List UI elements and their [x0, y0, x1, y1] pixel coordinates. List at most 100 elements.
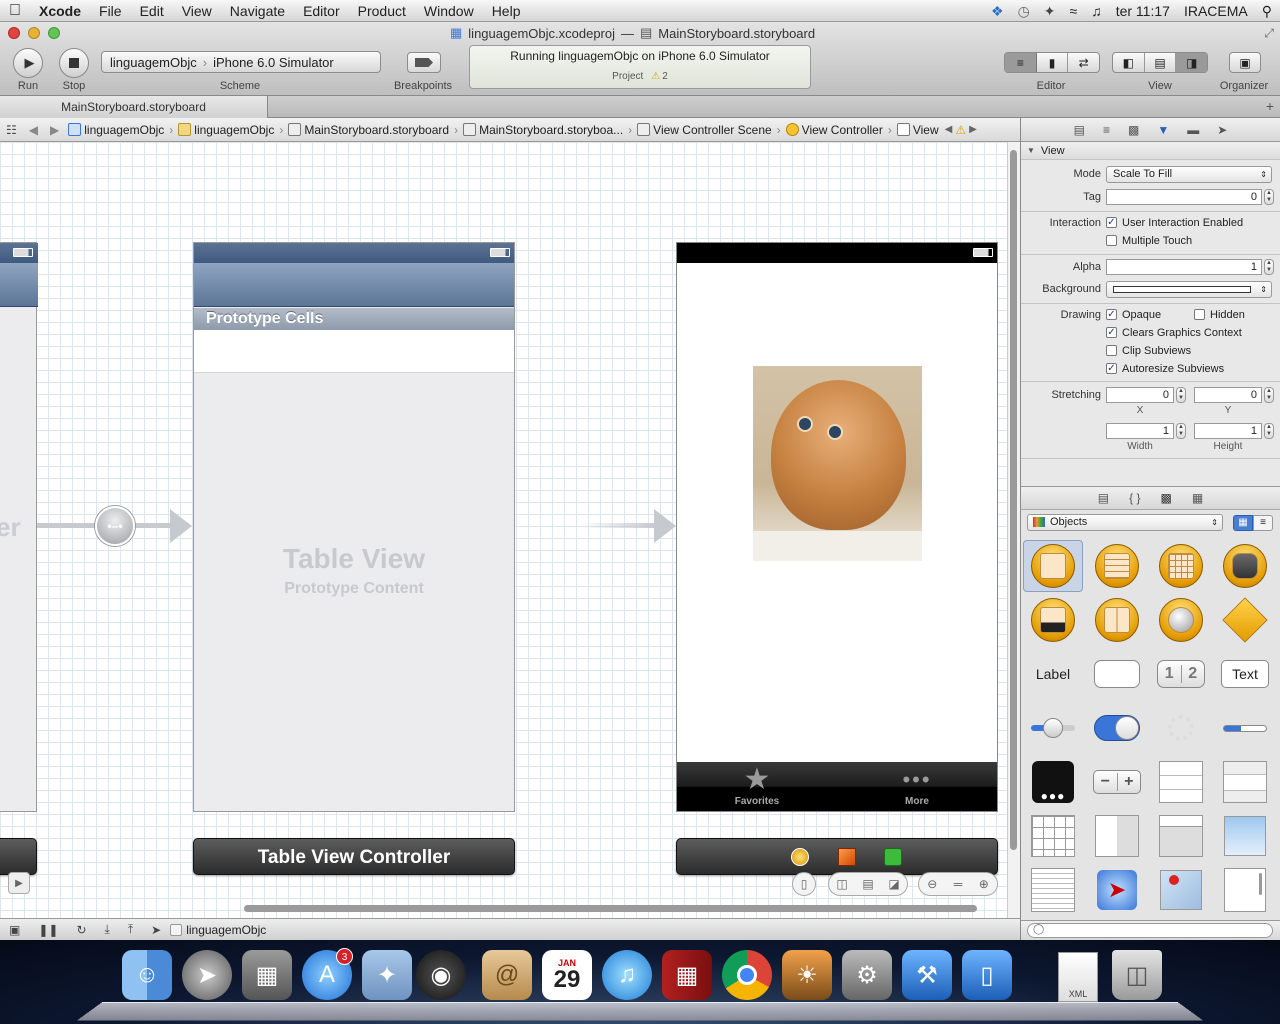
code-snippet-library-icon[interactable]: { } [1129, 491, 1140, 505]
tab-favorites[interactable]: ★ Favorites [717, 764, 797, 808]
contacts-icon[interactable]: @ [482, 950, 532, 1000]
opaque-checkbox[interactable]: ✓ [1106, 309, 1117, 320]
step-over-icon[interactable]: ↻ [67, 923, 95, 937]
scheme-selector[interactable]: linguagemObjc › iPhone 6.0 Simulator [101, 51, 381, 73]
mode-popup[interactable]: Scale To Fill ⇕ [1106, 166, 1272, 183]
ios-simulator-icon[interactable]: ▯ [962, 950, 1012, 1000]
library-activity-indicator[interactable] [1151, 702, 1211, 754]
user-interaction-checkbox[interactable]: ✓ [1106, 217, 1117, 228]
list-view-button[interactable]: ≡ [1253, 515, 1273, 531]
tag-stepper[interactable]: ▲ ▼ [1264, 189, 1274, 205]
view-controller-scene[interactable]: ★ Favorites ••• More [676, 242, 998, 812]
library-slider[interactable] [1023, 702, 1083, 754]
menu-product[interactable]: Product [349, 0, 415, 22]
library-progress-view[interactable] [1215, 702, 1275, 754]
stretch-width-stepper[interactable]: ▲ ▼ [1176, 423, 1186, 439]
menu-editor[interactable]: Editor [294, 0, 349, 22]
library-page-view-controller[interactable] [1087, 594, 1147, 646]
simulate-location-icon[interactable]: ➤ [142, 923, 170, 937]
library-web-view[interactable]: ➤ [1087, 864, 1147, 916]
warning-icon[interactable]: ⚠ [651, 71, 660, 82]
chrome-icon[interactable] [722, 950, 772, 1000]
horizontal-scroll-thumb[interactable] [244, 905, 977, 912]
step-out-icon[interactable]: ⤒ [119, 922, 142, 937]
size-inspector-icon[interactable]: ▬ [1187, 123, 1199, 137]
navigator-toggle-button[interactable]: ◧ [1113, 53, 1145, 72]
alpha-stepper[interactable]: ▲ ▼ [1264, 259, 1274, 275]
stop-button[interactable] [59, 48, 89, 78]
prototype-cell[interactable] [194, 330, 514, 373]
pause-icon[interactable]: ❚❚ [29, 923, 67, 937]
menu-app-name[interactable]: Xcode [30, 0, 90, 22]
crumb-scene[interactable]: View Controller Scene [634, 123, 775, 137]
photo-booth-icon[interactable]: ▦ [662, 950, 712, 1000]
menu-window[interactable]: Window [415, 0, 483, 22]
zoom-out-icon[interactable]: ⊖ [927, 877, 937, 891]
view-section-header[interactable]: ▼ View [1021, 142, 1280, 160]
relationship-segue-icon[interactable]: •–• [95, 506, 135, 546]
library-object[interactable] [1215, 594, 1275, 646]
crumb-storyboard[interactable]: MainStoryboard.storyboard [285, 123, 452, 137]
debug-area-toggle-icon[interactable]: ▣ [0, 923, 29, 937]
run-button[interactable]: ▶ [13, 48, 43, 78]
version-editor-button[interactable]: ⇄ [1068, 53, 1099, 72]
canvas-outline-toggle-icon[interactable]: ▶ [8, 872, 30, 894]
library-table-view-cell[interactable] [1215, 756, 1275, 808]
menu-help[interactable]: Help [483, 0, 530, 22]
library-navigation-controller[interactable] [1215, 540, 1275, 592]
library-map-view[interactable] [1151, 864, 1211, 916]
stretch-x-field[interactable]: 0 [1106, 387, 1174, 403]
add-tab-icon[interactable]: + [1266, 98, 1274, 114]
stretch-height-field[interactable]: 1 [1194, 423, 1262, 439]
xml-document-icon[interactable]: XML [1058, 952, 1098, 1002]
standard-editor-button[interactable]: ≡ [1005, 53, 1037, 72]
menu-clock[interactable]: ter 11:17 [1116, 3, 1170, 19]
library-text-view[interactable] [1023, 864, 1083, 916]
tab-more[interactable]: ••• More [877, 764, 957, 807]
menu-edit[interactable]: Edit [131, 0, 173, 22]
assistant-editor-button[interactable]: ▮ [1037, 53, 1069, 72]
connections-inspector-icon[interactable]: ➤ [1217, 123, 1227, 137]
library-table-view[interactable] [1151, 756, 1211, 808]
close-window-button[interactable] [8, 27, 20, 39]
library-page-control[interactable]: ●●● [1023, 756, 1083, 808]
resize-icon[interactable]: ◪ [888, 877, 899, 891]
library-view-controller[interactable] [1023, 540, 1083, 592]
file-inspector-icon[interactable]: ▤ [1074, 123, 1085, 137]
grid-view-button[interactable]: ▦ [1233, 515, 1253, 531]
library-filter-popup[interactable]: Objects ⇕ [1027, 514, 1223, 531]
apple-menu-icon[interactable]:  [0, 0, 30, 22]
library-label[interactable]: Label [1023, 648, 1083, 700]
menu-file[interactable]: File [90, 0, 131, 22]
pin-icon[interactable]: ▤ [862, 877, 873, 891]
step-into-icon[interactable]: ⤓ [96, 922, 119, 937]
alpha-field[interactable]: 1 [1106, 259, 1262, 275]
crumb-storyboard-base[interactable]: MainStoryboard.storyboa... [460, 123, 626, 137]
trash-icon[interactable]: ◫ [1112, 950, 1162, 1000]
fullscreen-icon[interactable]: ⤢ [1264, 26, 1274, 41]
preview-icon[interactable]: ✦ [362, 950, 412, 1000]
view-controller-dock[interactable] [676, 838, 998, 875]
time-machine-icon[interactable]: ◷ [1018, 3, 1030, 20]
background-color-popup[interactable]: ⇕ [1106, 281, 1272, 298]
crumb-view-controller[interactable]: View Controller [783, 123, 886, 137]
menu-navigate[interactable]: Navigate [221, 0, 294, 22]
issue-warning-icon[interactable]: ⚠ [955, 123, 966, 137]
itunes-icon[interactable]: ♫ [602, 950, 652, 1000]
file-template-library-icon[interactable]: ▤ [1098, 491, 1109, 505]
form-factor-icon[interactable]: ▯ [792, 872, 816, 896]
finder-icon[interactable]: ☺ [122, 950, 172, 1000]
zoom-fit-icon[interactable]: ═ [954, 877, 963, 891]
kitten-image-view[interactable] [753, 366, 922, 561]
next-issue-icon[interactable]: ▶ [966, 124, 980, 135]
iphoto-icon[interactable]: ☀ [782, 950, 832, 1000]
tag-field[interactable]: 0 [1106, 189, 1262, 205]
stretch-x-stepper[interactable]: ▲ ▼ [1176, 387, 1186, 403]
xcode-icon[interactable]: ⚒ [902, 950, 952, 1000]
previous-issue-icon[interactable]: ◀ [942, 124, 956, 135]
exit-icon[interactable] [884, 848, 902, 866]
bluetooth-icon[interactable]: ✦ [1044, 3, 1056, 20]
forward-arrow-icon[interactable]: ▶ [44, 123, 65, 137]
media-library-icon[interactable]: ▦ [1192, 491, 1203, 505]
library-glkit-view-controller[interactable] [1151, 594, 1211, 646]
